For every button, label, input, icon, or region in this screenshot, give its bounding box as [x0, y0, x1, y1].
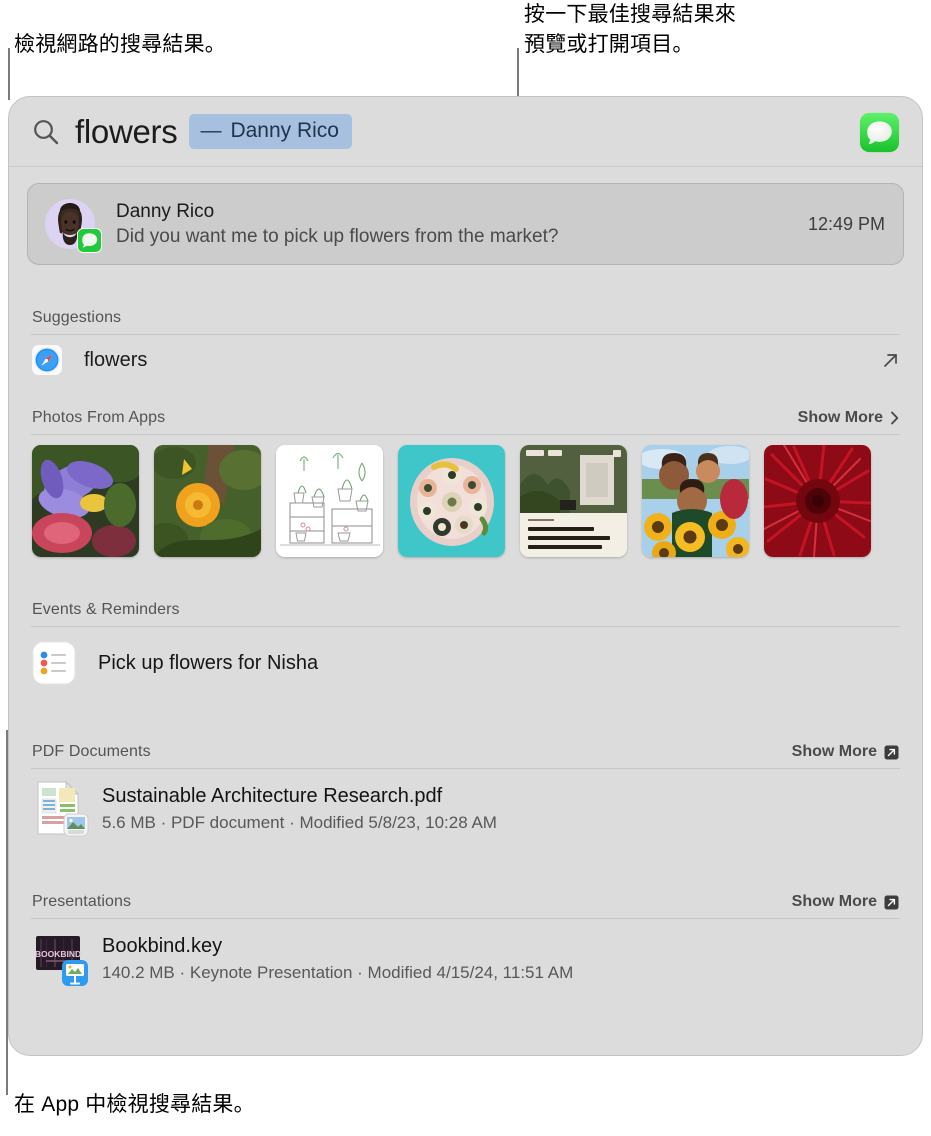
keynote-app-badge: [62, 960, 88, 986]
airstream-article-photo[interactable]: [520, 445, 627, 557]
show-more-label: Show More: [791, 893, 877, 910]
arrow-up-right-icon[interactable]: [882, 352, 899, 369]
red-gerbera-photo[interactable]: [764, 445, 871, 557]
file-name: Bookbind.key: [102, 935, 223, 957]
safari-icon: [32, 345, 62, 375]
search-bar[interactable]: flowers — Danny Rico: [9, 97, 922, 167]
section-events-and-reminders: Events & Reminders Pick up flowers for N…: [9, 601, 922, 699]
search-icon: [34, 119, 59, 144]
keynote-thumb-text: BOOKBIND: [35, 949, 81, 959]
reminder-label: Pick up flowers for Nisha: [98, 651, 319, 674]
top-hit-preview: Did you want me to pick up flowers from …: [116, 225, 559, 247]
section-header: Suggestions: [27, 309, 904, 334]
token-label: Danny Rico: [230, 119, 339, 142]
section-title-events: Events & Reminders: [32, 601, 180, 618]
callout-top-right-line1: 按一下最佳搜尋結果來: [524, 3, 736, 26]
photo-strip: [27, 435, 904, 557]
file-texts: Sustainable Architecture Research.pdf 5.…: [102, 782, 497, 836]
show-more-label: Show More: [791, 743, 877, 760]
keynote-thumbnail-icon: BOOKBIND: [35, 936, 88, 986]
file-meta: 140.2 MB · Keynote Presentation · Modifi…: [102, 963, 574, 982]
section-header: Photos From Apps Show More: [27, 409, 904, 434]
search-input[interactable]: flowers: [75, 113, 178, 151]
section-header: Presentations Show More: [27, 893, 904, 918]
callout-top-right-line2: 預覽或打開項目。: [524, 33, 694, 56]
file-name: Sustainable Architecture Research.pdf: [102, 785, 443, 807]
top-hit-card[interactable]: Danny Rico Did you want me to pick up fl…: [27, 183, 904, 265]
section-title-suggestions: Suggestions: [32, 309, 122, 326]
section-header: Events & Reminders: [27, 601, 904, 626]
list-item-pdf-file[interactable]: PDF Sustainable Architecture Research.pd…: [27, 769, 904, 849]
section-header: PDF Documents Show More: [27, 743, 904, 768]
callout-top-left-line: [8, 48, 10, 100]
messages-badge-icon: [77, 228, 102, 253]
reminders-icon: [32, 641, 76, 685]
top-hit-name: Danny Rico: [116, 200, 215, 222]
callout-bottom-left-text: 在 App 中檢視搜尋結果。: [14, 1093, 255, 1116]
callout-top-left-text: 檢視網路的搜尋結果。: [14, 33, 226, 56]
potted-plants-illustration[interactable]: [276, 445, 383, 557]
list-item-presentation-file[interactable]: BOOKBIND Bookbind.key 140.2 MB · Keynote…: [27, 919, 904, 999]
screenshot-stage: 檢視網路的搜尋結果。 按一下最佳搜尋結果來 預覽或打開項目。 在 App 中檢視…: [0, 0, 931, 1136]
list-item-reminder[interactable]: Pick up flowers for Nisha: [27, 627, 904, 699]
section-pdf-documents: PDF Documents Show More Sustainable Arch…: [9, 743, 922, 849]
sunflower-friends-photo[interactable]: [642, 445, 749, 557]
show-more-presentations-button[interactable]: Show More: [792, 893, 899, 911]
section-title-photos: Photos From Apps: [32, 409, 166, 426]
pdf-document-icon: PDF: [37, 780, 89, 837]
top-hit-time: 12:49 PM: [807, 213, 885, 234]
show-more-photos-button[interactable]: Show More: [798, 409, 899, 427]
boxed-arrow-icon: [884, 745, 899, 759]
top-hit-texts: Danny Rico Did you want me to pick up fl…: [116, 199, 808, 250]
boxed-arrow-icon: [884, 895, 899, 909]
section-presentations: Presentations Show More BOOKBIND Bookbin…: [9, 893, 922, 999]
messages-app-icon[interactable]: [859, 112, 900, 153]
purple-iris-photo[interactable]: [32, 445, 139, 557]
suggestion-label: flowers: [84, 348, 148, 371]
top-hit-container: Danny Rico Did you want me to pick up fl…: [9, 167, 922, 265]
section-suggestions: Suggestions flowers: [9, 309, 922, 385]
chevron-right-icon: [891, 411, 899, 425]
section-title-presentations: Presentations: [32, 893, 132, 910]
search-token-danny-rico[interactable]: — Danny Rico: [189, 114, 352, 149]
file-meta: 5.6 MB · PDF document · Modified 5/8/23,…: [102, 813, 497, 832]
file-texts: Bookbind.key 140.2 MB · Keynote Presenta…: [102, 932, 573, 986]
section-title-pdf: PDF Documents: [32, 743, 151, 760]
sushi-platter-photo[interactable]: [398, 445, 505, 557]
show-more-pdf-button[interactable]: Show More: [792, 743, 899, 761]
avatar: [44, 198, 102, 253]
section-photos-from-apps: Photos From Apps Show More: [9, 409, 922, 557]
spotlight-panel: flowers — Danny Rico Danny Rico Did you …: [8, 96, 923, 1056]
list-item-suggestion-flowers[interactable]: flowers: [27, 335, 904, 385]
preview-app-badge: [63, 813, 89, 837]
token-dash: —: [200, 119, 222, 142]
orange-marigold-photo[interactable]: [154, 445, 261, 557]
show-more-label: Show More: [797, 409, 883, 426]
